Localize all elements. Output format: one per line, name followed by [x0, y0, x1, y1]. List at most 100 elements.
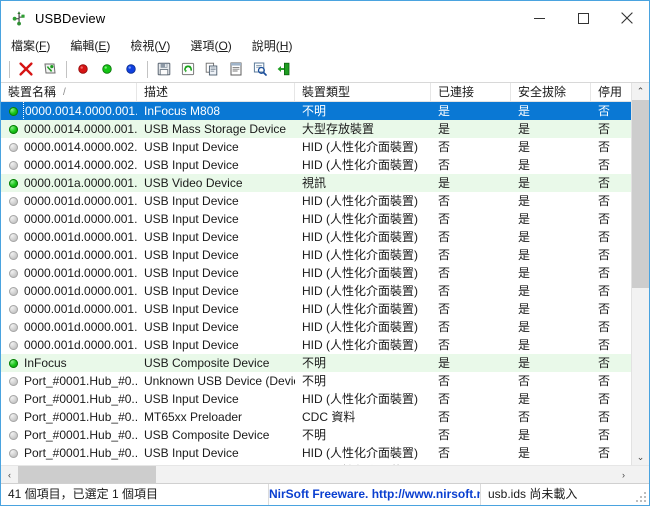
- column-header-connected-label: 已連接: [438, 85, 474, 99]
- table-row[interactable]: 0000.0014.0000.001....USB Mass Storage D…: [1, 120, 649, 138]
- scroll-left-icon[interactable]: ‹: [1, 466, 18, 483]
- find-icon[interactable]: [248, 58, 272, 80]
- table-row[interactable]: 0000.001a.0000.001....USB Video Device視訊…: [1, 174, 649, 192]
- refresh-icon[interactable]: [176, 58, 200, 80]
- table-row[interactable]: Port_#0001.Hub_#0...USB Input DeviceHID …: [1, 444, 649, 462]
- table-row[interactable]: Port_#0001.Hub_#0...MT65xx PreloaderCDC …: [1, 408, 649, 426]
- table-row[interactable]: 0000.001d.0000.001...USB Input DeviceHID…: [1, 336, 649, 354]
- cell-device-name: 0000.001d.0000.001...: [1, 246, 137, 264]
- cell-safe-unplug: 是: [511, 120, 591, 138]
- cell-description: USB Input Device: [137, 156, 295, 174]
- cell-safe-unplug: 是: [511, 318, 591, 336]
- cell-safe-unplug: 是: [511, 138, 591, 156]
- table-row[interactable]: 0000.001d.0000.001...USB Input DeviceHID…: [1, 300, 649, 318]
- table-body: 0000.0014.0000.001....InFocus M808不明是是否0…: [1, 102, 649, 483]
- table-row[interactable]: 0000.001d.0000.001...USB Input DeviceHID…: [1, 282, 649, 300]
- status-led-disconnected-icon: [9, 197, 18, 206]
- menu-item-help[interactable]: 說明(H): [252, 37, 293, 54]
- cell-connected: 否: [431, 336, 511, 354]
- cell-safe-unplug: 是: [511, 354, 591, 372]
- device-name-text: 0000.001a.0000.001....: [24, 174, 137, 192]
- device-name-text: 0000.0014.0000.001....: [24, 120, 137, 138]
- cell-safe-unplug: 是: [511, 156, 591, 174]
- vertical-scrollbar-thumb[interactable]: [632, 100, 649, 288]
- column-header-connected[interactable]: 已連接: [431, 83, 511, 101]
- status-item-count: 41 個項目，已選定 1 個項目: [1, 484, 269, 505]
- table-row[interactable]: 0000.0014.0000.002....USB Input DeviceHI…: [1, 138, 649, 156]
- menu-item-file[interactable]: 檔案(F): [11, 37, 50, 54]
- cell-device-type: HID (人性化介面裝置): [295, 210, 431, 228]
- device-name-text: 0000.0014.0000.002....: [24, 138, 137, 156]
- table-row[interactable]: Port_#0001.Hub_#0...Unknown USB Device (…: [1, 372, 649, 390]
- column-header-device-type[interactable]: 裝置類型: [295, 83, 431, 101]
- status-nirsoft-credit[interactable]: NirSoft Freeware. http://www.nirsoft.net: [269, 484, 481, 505]
- status-led-disconnected-icon: [9, 287, 18, 296]
- sort-indicator-icon: /: [63, 84, 66, 101]
- cell-connected: 否: [431, 282, 511, 300]
- close-button[interactable]: [605, 1, 649, 35]
- table-row[interactable]: 0000.0014.0000.002....USB Input DeviceHI…: [1, 156, 649, 174]
- cell-connected: 否: [431, 246, 511, 264]
- maximize-button[interactable]: [561, 1, 605, 35]
- properties-icon[interactable]: [224, 58, 248, 80]
- enable-selected-devices-icon[interactable]: [95, 58, 119, 80]
- horizontal-scrollbar-thumb[interactable]: [18, 466, 156, 483]
- cell-disabled: 否: [591, 444, 635, 462]
- status-led-disconnected-icon: [9, 215, 18, 224]
- scroll-down-icon[interactable]: ⌄: [632, 449, 649, 466]
- menu-item-view-label: 檢視: [130, 39, 154, 53]
- table-row[interactable]: 0000.0014.0000.001....InFocus M808不明是是否: [1, 102, 649, 120]
- menu-item-options[interactable]: 選項(O): [190, 37, 231, 54]
- scroll-up-icon[interactable]: ⌃: [632, 83, 649, 100]
- disable-selected-devices-icon[interactable]: [71, 58, 95, 80]
- save-selected-items-icon[interactable]: [152, 58, 176, 80]
- title-bar: USBDeview: [1, 1, 649, 35]
- device-name-text: InFocus: [24, 354, 67, 372]
- cell-device-name: 0000.001d.0000.001...: [1, 336, 137, 354]
- status-led-disconnected-icon: [9, 269, 18, 278]
- toolbar: [1, 56, 649, 83]
- exit-icon[interactable]: [272, 58, 296, 80]
- cell-connected: 是: [431, 102, 511, 120]
- cell-device-name: 0000.001d.0000.001...: [1, 282, 137, 300]
- cell-safe-unplug: 是: [511, 192, 591, 210]
- cell-disabled: 否: [591, 210, 635, 228]
- table-row[interactable]: 0000.001d.0000.001...USB Input DeviceHID…: [1, 228, 649, 246]
- copy-selected-items-icon[interactable]: [200, 58, 224, 80]
- cell-device-name: 0000.0014.0000.001....: [1, 120, 137, 138]
- table-row[interactable]: InFocusUSB Composite Device不明是是否: [1, 354, 649, 372]
- column-header-device-name[interactable]: 裝置名稱 /: [1, 83, 137, 101]
- disconnect-selected-devices-icon[interactable]: [119, 58, 143, 80]
- scroll-right-icon[interactable]: ›: [615, 466, 632, 483]
- column-header-description[interactable]: 描述: [137, 83, 295, 101]
- device-name-text: Port_#0001.Hub_#0...: [24, 390, 137, 408]
- cell-safe-unplug: 否: [511, 408, 591, 426]
- column-header-disabled[interactable]: 停用: [591, 83, 635, 101]
- cell-device-name: 0000.001d.0000.001...: [1, 318, 137, 336]
- table-row[interactable]: 0000.001d.0000.001...USB Input DeviceHID…: [1, 318, 649, 336]
- cell-disabled: 否: [591, 282, 635, 300]
- table-row[interactable]: 0000.001d.0000.001...USB Input DeviceHID…: [1, 264, 649, 282]
- cell-disabled: 否: [591, 156, 635, 174]
- column-header-safe-unplug[interactable]: 安全拔除: [511, 83, 591, 101]
- clean-unused-entries-icon[interactable]: [38, 58, 62, 80]
- resize-grip-icon[interactable]: [635, 491, 646, 502]
- table-row[interactable]: 0000.001d.0000.001...USB Input DeviceHID…: [1, 192, 649, 210]
- vertical-scrollbar[interactable]: ⌃ ⌄: [631, 83, 649, 466]
- uninstall-selected-devices-icon[interactable]: [14, 58, 38, 80]
- minimize-button[interactable]: [517, 1, 561, 35]
- cell-connected: 否: [431, 444, 511, 462]
- cell-description: USB Input Device: [137, 390, 295, 408]
- table-row[interactable]: 0000.001d.0000.001...USB Input DeviceHID…: [1, 246, 649, 264]
- column-header-safe-unplug-label: 安全拔除: [518, 85, 566, 99]
- table-row[interactable]: Port_#0001.Hub_#0...USB Input DeviceHID …: [1, 390, 649, 408]
- menu-item-view[interactable]: 檢視(V): [130, 37, 170, 54]
- menu-item-edit[interactable]: 編輯(E): [70, 37, 110, 54]
- table-row[interactable]: Port_#0001.Hub_#0...USB Composite Device…: [1, 426, 649, 444]
- cell-connected: 否: [431, 264, 511, 282]
- table-row[interactable]: 0000.001d.0000.001...USB Input DeviceHID…: [1, 210, 649, 228]
- cell-device-type: 視訊: [295, 174, 431, 192]
- cell-connected: 否: [431, 228, 511, 246]
- status-led-disconnected-icon: [9, 377, 18, 386]
- horizontal-scrollbar[interactable]: ‹ ›: [1, 465, 649, 483]
